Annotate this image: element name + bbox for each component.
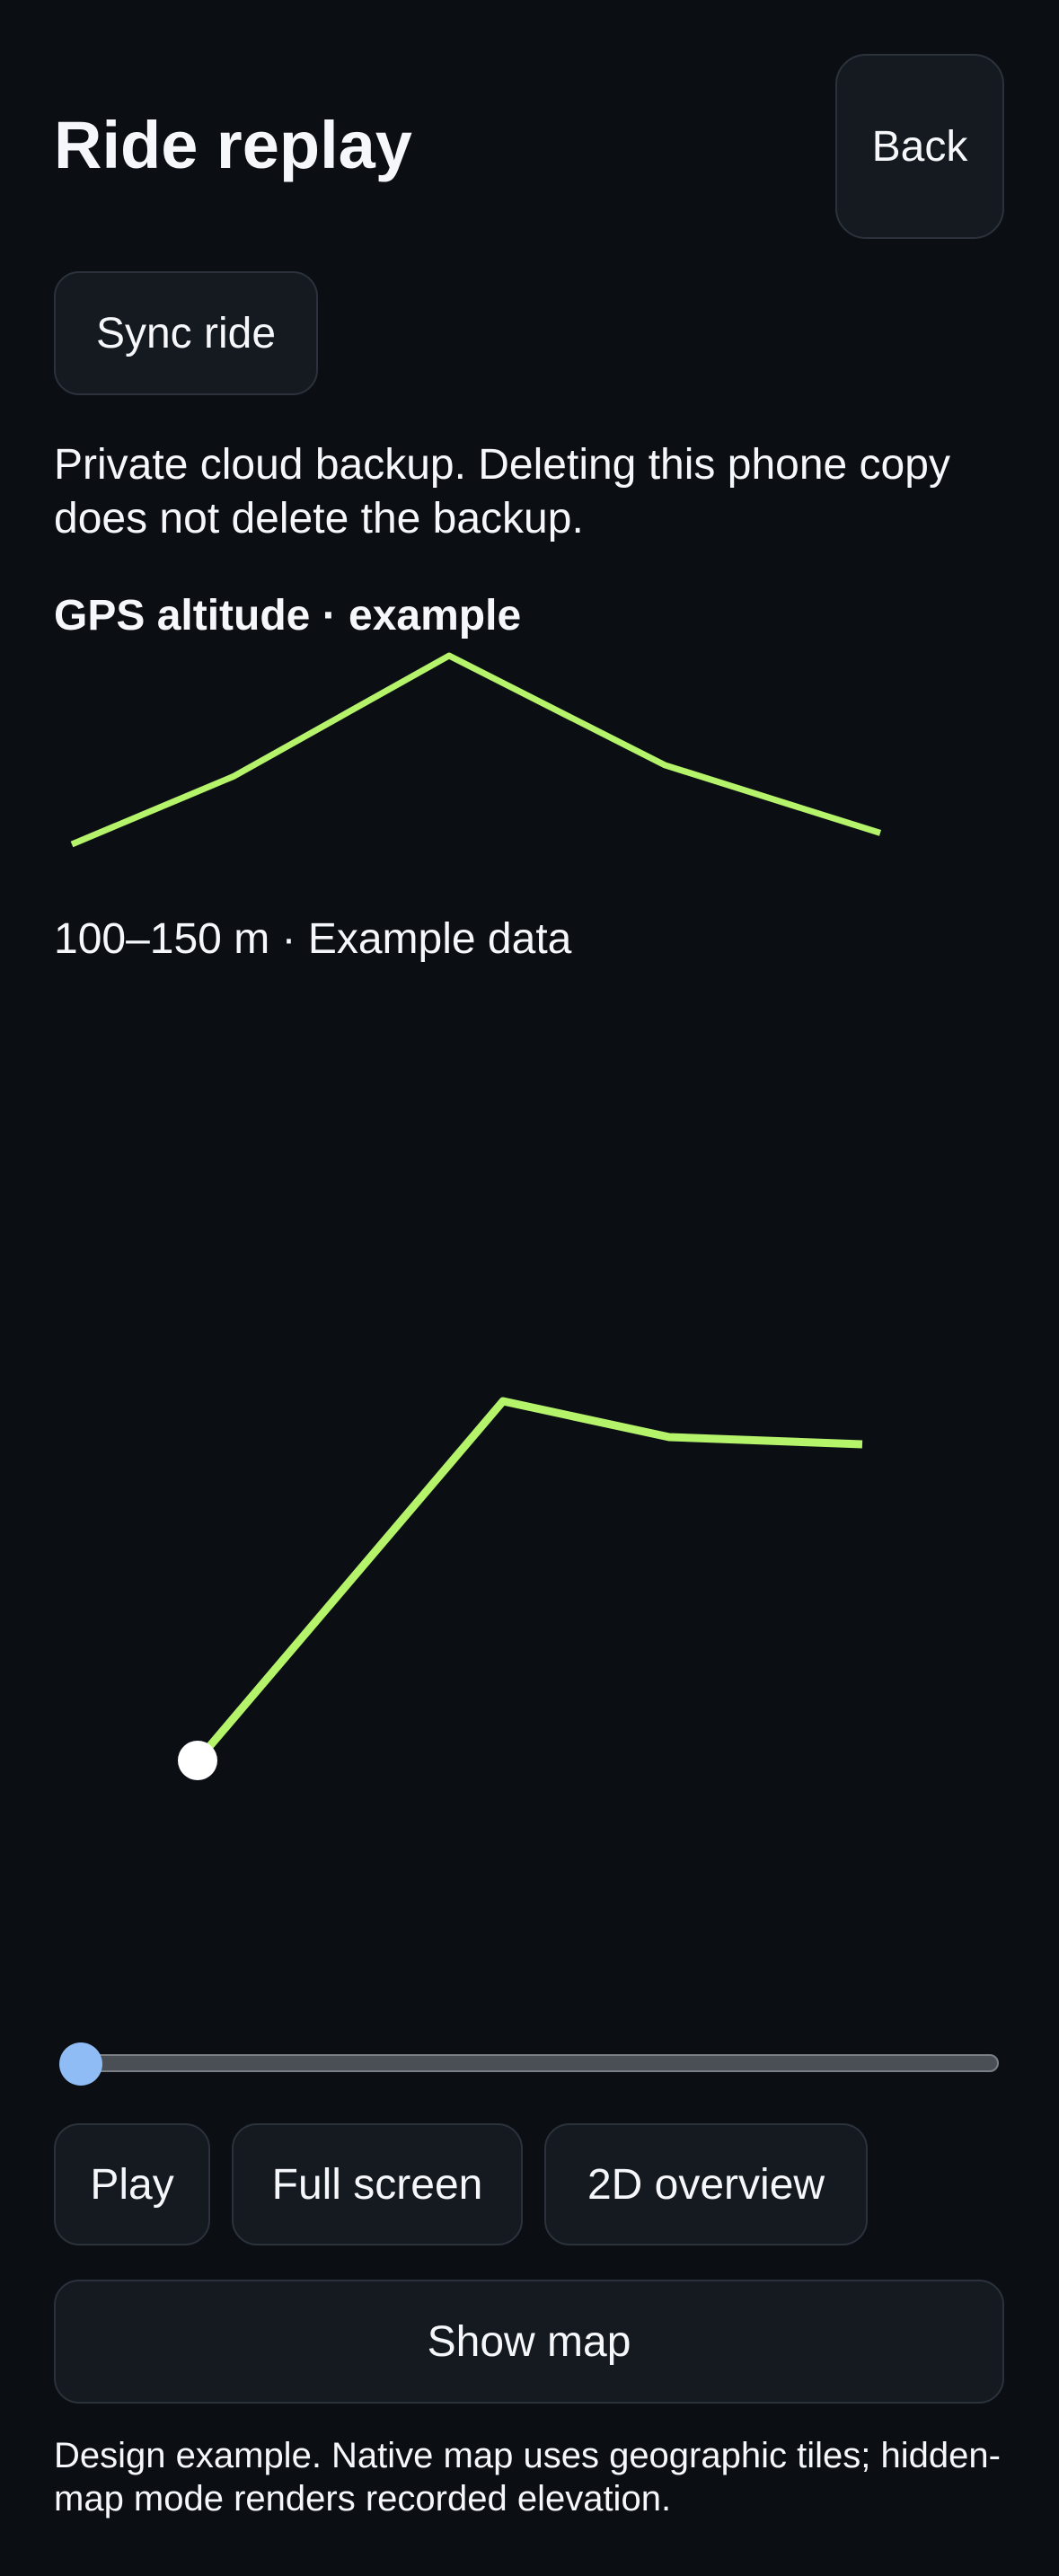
altitude-chart: [70, 652, 882, 848]
replay-track-line: [194, 1397, 863, 1763]
replay-elevation-view: [178, 1397, 863, 1780]
full-screen-button[interactable]: Full screen: [232, 2123, 523, 2245]
back-button[interactable]: Back: [835, 54, 1004, 239]
replay-slider-track[interactable]: [77, 2054, 999, 2072]
replay-slider-thumb[interactable]: [59, 2042, 102, 2086]
altitude-series-line: [70, 652, 882, 848]
show-map-button[interactable]: Show map: [54, 2280, 1004, 2404]
footer-note: Design example. Native map uses geograph…: [54, 2436, 1001, 2519]
replay-position-marker: [178, 1741, 217, 1780]
altitude-range-label: 100–150 m · Example data: [54, 915, 572, 963]
backup-notice: Private cloud backup. Deleting this phon…: [54, 441, 950, 543]
sync-ride-button[interactable]: Sync ride: [54, 271, 318, 395]
page-title: Ride replay: [54, 108, 412, 182]
2d-overview-button[interactable]: 2D overview: [544, 2123, 868, 2245]
play-button[interactable]: Play: [54, 2123, 210, 2245]
